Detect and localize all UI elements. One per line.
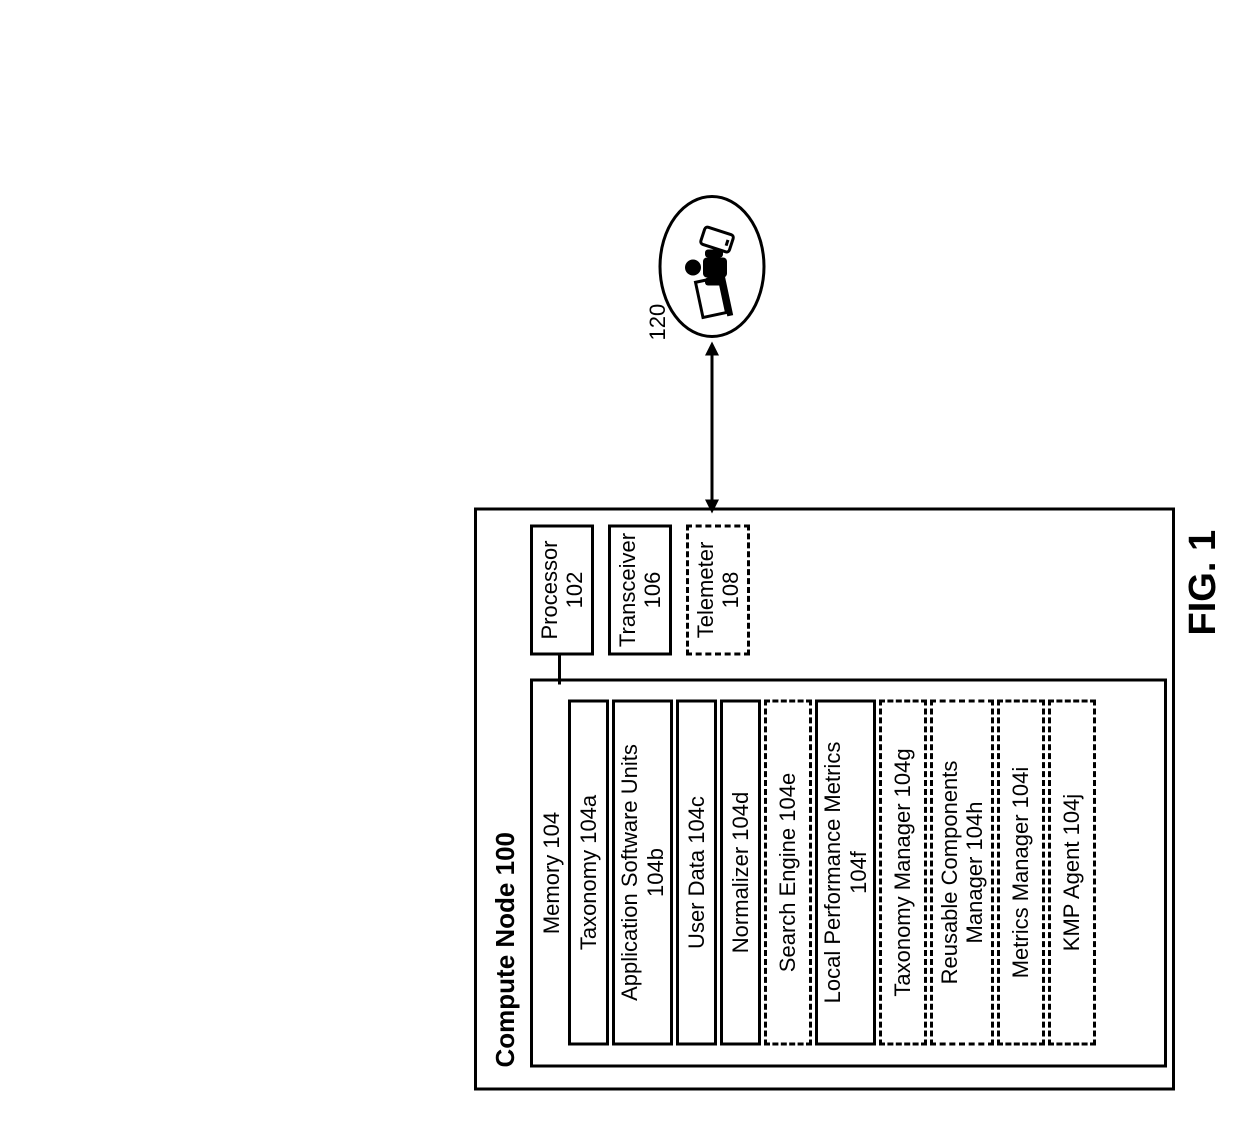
kmp-label: KMP Agent 104j <box>1059 793 1084 950</box>
arrow-icon <box>697 341 727 513</box>
taxmgr-box: Taxonomy Manager 104g <box>879 699 927 1045</box>
processor-label: Processor 102 <box>537 540 588 639</box>
localperf-box: Local Performance Metrics 104f <box>815 699 876 1045</box>
processor-memory-connector <box>558 655 561 684</box>
user-with-devices-icon <box>655 191 770 341</box>
processor-box: Processor 102 <box>530 524 594 655</box>
search-box: Search Engine 104e <box>764 699 812 1045</box>
memory-label: Memory 104 <box>539 811 564 933</box>
metricsmgr-box: Metrics Manager 104i <box>997 699 1045 1045</box>
telemeter-label: Telemeter 108 <box>693 541 744 638</box>
transceiver-box: Transceiver 106 <box>608 524 672 655</box>
userdata-label: User Data 104c <box>684 796 709 949</box>
normalizer-label: Normalizer 104d <box>728 791 753 952</box>
search-label: Search Engine 104e <box>775 772 800 971</box>
localperf-label: Local Performance Metrics 104f <box>820 741 871 1003</box>
taxonomy-box: Taxonomy 104a <box>568 699 609 1045</box>
normalizer-box: Normalizer 104d <box>720 699 761 1045</box>
reuse-box: Reusable Components Manager 104h <box>930 699 994 1045</box>
metricsmgr-label: Metrics Manager 104i <box>1008 766 1033 978</box>
reuse-label: Reusable Components Manager 104h <box>937 760 988 984</box>
telemeter-box: Telemeter 108 <box>686 524 750 655</box>
appsw-box: Application Software Units 104b <box>612 699 673 1045</box>
compute-node-title: Compute Node 100 <box>490 832 521 1068</box>
userdata-box: User Data 104c <box>676 699 717 1045</box>
appsw-label: Application Software Units 104b <box>617 744 668 1001</box>
kmp-box: KMP Agent 104j <box>1048 699 1096 1045</box>
taxmgr-label: Taxonomy Manager 104g <box>890 748 915 996</box>
taxonomy-label: Taxonomy 104a <box>576 794 601 949</box>
transceiver-label: Transceiver 106 <box>615 532 666 646</box>
figure-caption: FIG. 1 <box>1182 529 1225 635</box>
